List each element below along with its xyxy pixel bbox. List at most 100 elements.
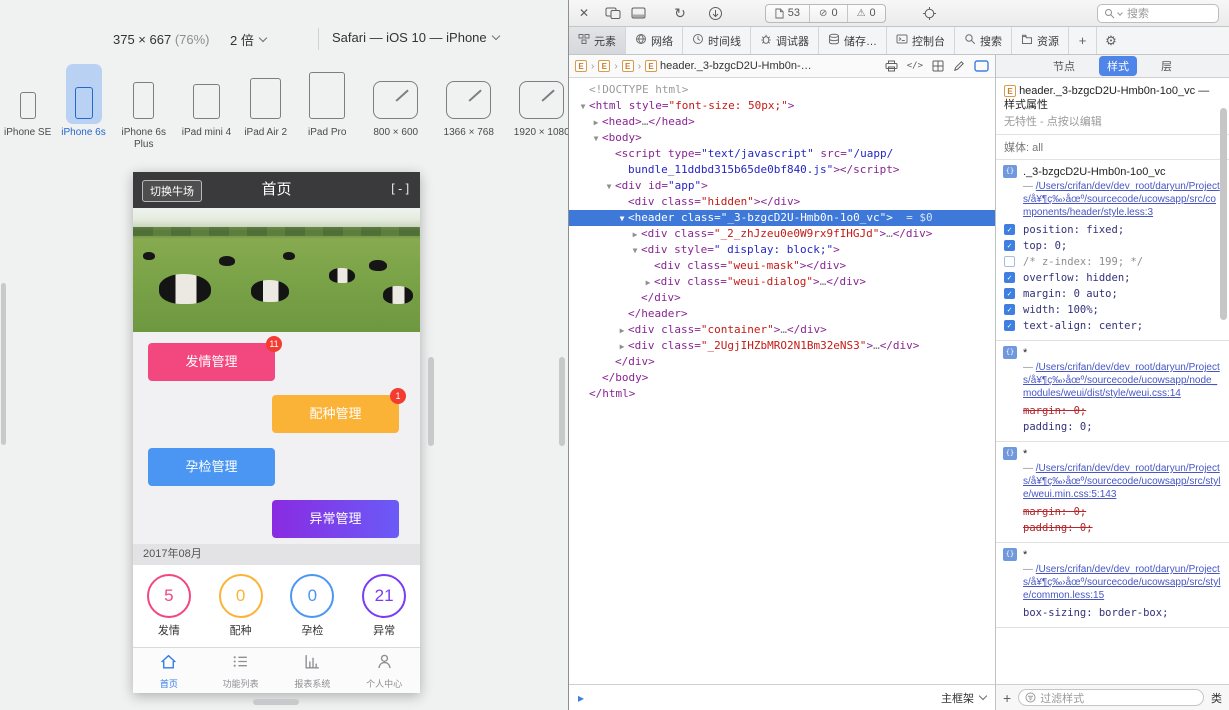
- resize-handle[interactable]: [428, 357, 434, 446]
- disclosure-closed-icon[interactable]: ▶: [629, 227, 641, 242]
- inspector-search-field[interactable]: 搜索: [1097, 3, 1219, 23]
- dom-node-line[interactable]: ▼ <body>: [569, 130, 995, 146]
- dom-node-line[interactable]: </header>: [569, 306, 995, 322]
- dom-node-line[interactable]: <script type="text/javascript" src="/uap…: [569, 146, 995, 162]
- styles-tab-节点[interactable]: 节点: [1045, 56, 1083, 76]
- disclosure-open-icon[interactable]: ▼: [616, 211, 628, 226]
- device-iphone-6s[interactable]: iPhone 6s: [61, 64, 106, 151]
- dom-node-line[interactable]: ▶ <div class="container">…</div>: [569, 322, 995, 338]
- edit-html-icon[interactable]: [953, 60, 965, 72]
- breadcrumb-item[interactable]: E: [621, 60, 634, 72]
- dom-node-line[interactable]: ▼ <html style="font-size: 50px;">: [569, 98, 995, 114]
- source-link[interactable]: /Users/crifan/dev/dev_root/daryun/Projec…: [1023, 362, 1220, 399]
- dom-node-line[interactable]: bundle_11ddbd315b65de0bf840.js"></script…: [569, 162, 995, 178]
- dock-bottom-icon[interactable]: [631, 7, 646, 19]
- app-tab-报表系统[interactable]: 报表系统: [277, 648, 349, 693]
- disclosure-open-icon[interactable]: ▼: [590, 131, 602, 146]
- error-count-badge[interactable]: ⊘ 0: [810, 4, 848, 22]
- dom-node-line[interactable]: </div>: [569, 354, 995, 370]
- dom-node-line[interactable]: </div>: [569, 290, 995, 306]
- css-property[interactable]: ✓ text-align: center;: [996, 318, 1229, 334]
- css-property[interactable]: padding: 0;: [996, 520, 1229, 536]
- scale-dropdown[interactable]: 2 倍: [230, 30, 268, 49]
- style-filter-field[interactable]: 过滤样式: [1018, 689, 1204, 706]
- dom-node-line[interactable]: ▶ <div class="_2UgjIHZbMRO2N1Bm32eNS3">…<…: [569, 338, 995, 354]
- css-property[interactable]: ✓ overflow: hidden;: [996, 270, 1229, 286]
- tab-resources[interactable]: 资源: [1012, 27, 1069, 54]
- disclosure-closed-icon[interactable]: ▶: [616, 339, 628, 354]
- classes-toggle[interactable]: 类: [1211, 690, 1222, 706]
- dom-node-line[interactable]: ▼ <header class="_3-bzgcD2U-Hmb0n-1o0_vc"…: [569, 210, 995, 226]
- dom-node-line[interactable]: ▼ <div id="app">: [569, 178, 995, 194]
- dom-node-line[interactable]: </html>: [569, 386, 995, 402]
- rule-selector[interactable]: *: [1023, 549, 1027, 561]
- source-link[interactable]: /Users/crifan/dev/dev_root/daryun/Projec…: [1023, 463, 1220, 500]
- css-property[interactable]: /* z-index: 199; */: [996, 254, 1229, 270]
- tab-search[interactable]: 搜索: [955, 27, 1012, 54]
- app-tab-个人中心[interactable]: 个人中心: [348, 648, 420, 693]
- dom-node-line[interactable]: <!DOCTYPE html>: [569, 82, 995, 98]
- code-view-icon[interactable]: </>: [907, 61, 923, 71]
- css-property[interactable]: box-sizing: border-box;: [996, 605, 1229, 621]
- property-checkbox[interactable]: [1004, 256, 1015, 267]
- property-checkbox[interactable]: ✓: [1004, 224, 1015, 235]
- css-property[interactable]: ✓ position: fixed;: [996, 222, 1229, 238]
- dom-node-line[interactable]: ▼ <div style=" display: block;">: [569, 242, 995, 258]
- scrollbar-thumb[interactable]: [1220, 108, 1227, 320]
- breadcrumb-item[interactable]: Eheader._3-bzgcD2U-Hmb0n-…: [645, 60, 812, 72]
- css-property[interactable]: padding: 0;: [996, 419, 1229, 435]
- mgmt-button-3[interactable]: 孕检管理: [148, 448, 275, 486]
- tab-timeline[interactable]: 时间线: [683, 27, 751, 54]
- device-iphone-se[interactable]: iPhone SE: [4, 64, 51, 151]
- device-ipad-mini-4[interactable]: iPad mini 4: [182, 64, 231, 151]
- mgmt-button-1[interactable]: 发情管理 11: [148, 336, 282, 381]
- tab-network[interactable]: 网络: [626, 27, 683, 54]
- property-checkbox[interactable]: ✓: [1004, 304, 1015, 315]
- resize-handle[interactable]: [559, 357, 565, 446]
- resize-handle[interactable]: [1, 283, 6, 445]
- breadcrumb-item[interactable]: E: [575, 60, 587, 72]
- mgmt-button-4[interactable]: 异常管理: [272, 500, 399, 538]
- device-ipad-air-2[interactable]: iPad Air 2: [241, 64, 290, 151]
- disclosure-open-icon[interactable]: ▼: [629, 243, 641, 258]
- selected-element-icon[interactable]: [974, 60, 989, 72]
- source-link[interactable]: /Users/crifan/dev/dev_root/daryun/Projec…: [1023, 181, 1220, 218]
- source-link[interactable]: /Users/crifan/dev/dev_root/daryun/Projec…: [1023, 564, 1220, 601]
- warning-count-badge[interactable]: ⚠ 0: [848, 5, 885, 22]
- mgmt-button-2[interactable]: 配种管理 1: [272, 388, 406, 433]
- resize-handle[interactable]: [253, 699, 299, 705]
- grid-overlay-icon[interactable]: [932, 60, 944, 72]
- css-property[interactable]: ✓ margin: 0 auto;: [996, 286, 1229, 302]
- add-tab-button[interactable]: +: [1069, 27, 1097, 54]
- dom-node-line[interactable]: ▶ <div class="_2_zhJzeu0e0W9rx9fIHGJd">…<…: [569, 226, 995, 242]
- css-property[interactable]: ✓ width: 100%;: [996, 302, 1229, 318]
- app-tab-首页[interactable]: 首页: [133, 648, 205, 693]
- tab-storage[interactable]: 储存…: [819, 27, 887, 54]
- disclosure-open-icon[interactable]: ▼: [577, 99, 589, 114]
- tab-console[interactable]: 控制台: [887, 27, 955, 54]
- css-property[interactable]: ✓ top: 0;: [996, 238, 1229, 254]
- print-icon[interactable]: [885, 60, 898, 72]
- download-icon[interactable]: [708, 6, 723, 21]
- property-checkbox[interactable]: ✓: [1004, 288, 1015, 299]
- no-attributes-hint[interactable]: 无特性 - 点按以编辑: [1004, 115, 1221, 129]
- rule-selector[interactable]: *: [1023, 448, 1027, 460]
- console-prompt-icon[interactable]: ▸: [578, 691, 584, 705]
- new-rule-button[interactable]: +: [1003, 690, 1011, 706]
- rule-selector[interactable]: ._3-bzgcD2U-Hmb0n-1o0_vc: [1023, 166, 1165, 178]
- resource-count-badge[interactable]: 53: [766, 4, 811, 22]
- app-tab-功能列表[interactable]: 功能列表: [205, 648, 277, 693]
- device-ipad-pro[interactable]: iPad Pro: [300, 64, 354, 151]
- property-checkbox[interactable]: ✓: [1004, 320, 1015, 331]
- css-property[interactable]: margin: 0;: [996, 403, 1229, 419]
- property-checkbox[interactable]: ✓: [1004, 272, 1015, 283]
- reload-icon[interactable]: ↻: [674, 6, 686, 20]
- styles-tab-层[interactable]: 层: [1153, 56, 1180, 76]
- settings-gear-icon[interactable]: ⚙: [1097, 27, 1125, 54]
- dom-node-line[interactable]: ▶ <div class="weui-dialog">…</div>: [569, 274, 995, 290]
- close-icon[interactable]: ✕: [579, 7, 589, 19]
- element-picker-icon[interactable]: [922, 6, 937, 21]
- dom-node-line[interactable]: <div class="hidden"></div>: [569, 194, 995, 210]
- tab-debugger[interactable]: 调试器: [751, 27, 819, 54]
- device-1920-1080[interactable]: 1920 × 1080: [510, 64, 568, 151]
